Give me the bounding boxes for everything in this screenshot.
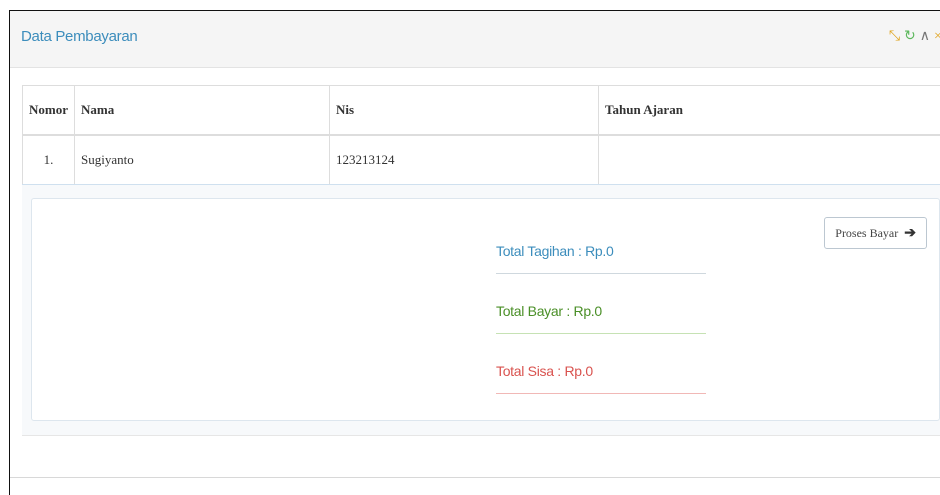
collapse-icon[interactable]: ∧ — [920, 28, 930, 46]
proses-bayar-label: Proses Bayar — [835, 225, 899, 240]
panel-header: Data Pembayaran ⤡ ↻ ∧ × — [10, 11, 940, 68]
totals-list: Total Tagihan : Rp.0 Total Bayar : Rp.0 … — [496, 229, 706, 409]
column-header-nomor: Nomor — [22, 85, 75, 136]
column-header-nis: Nis — [329, 85, 599, 136]
cell-nama: Sugiyanto — [74, 135, 330, 187]
panel-title: Data Pembayaran — [21, 28, 138, 45]
proses-bayar-button[interactable]: Proses Bayar ➔ — [824, 217, 927, 249]
arrow-right-icon: ➔ — [904, 225, 916, 241]
footer-divider — [10, 477, 940, 478]
cell-nomor: 1. — [22, 135, 75, 187]
expand-icon[interactable]: ⤡ — [889, 28, 900, 46]
table-row: 1. Sugiyanto 123213124 — [22, 135, 940, 187]
total-tagihan: Total Tagihan : Rp.0 — [496, 229, 706, 274]
summary-box: Total Tagihan : Rp.0 Total Bayar : Rp.0 … — [31, 198, 940, 421]
column-header-nama: Nama — [74, 85, 330, 136]
cell-tahun-ajaran — [598, 135, 940, 187]
cell-nis: 123213124 — [329, 135, 599, 187]
column-header-tahun-ajaran: Tahun Ajaran — [598, 85, 940, 136]
total-sisa: Total Sisa : Rp.0 — [496, 349, 706, 394]
total-bayar: Total Bayar : Rp.0 — [496, 289, 706, 334]
close-icon[interactable]: × — [934, 28, 940, 46]
refresh-icon[interactable]: ↻ — [904, 28, 916, 46]
page-frame: Data Pembayaran ⤡ ↻ ∧ × Nomor Nama Nis T… — [9, 10, 940, 495]
table-header-row: Nomor Nama Nis Tahun Ajaran — [22, 85, 940, 136]
payment-table: Nomor Nama Nis Tahun Ajaran 1. Sugiyanto… — [22, 85, 940, 187]
panel-tools: ⤡ ↻ ∧ × — [889, 26, 940, 48]
